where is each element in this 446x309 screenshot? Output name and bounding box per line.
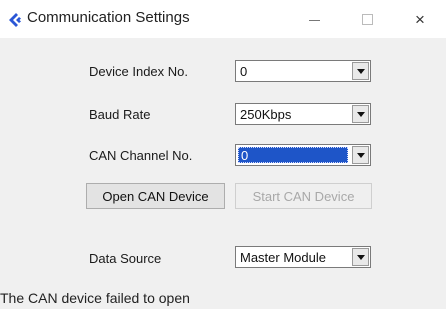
close-icon: × (415, 9, 425, 29)
data-source-label: Data Source (89, 251, 162, 266)
chevron-down-icon (356, 254, 365, 260)
can-channel-select[interactable]: 0 (235, 144, 371, 166)
chevron-down-icon (356, 68, 365, 74)
data-source-select[interactable]: Master Module (235, 246, 371, 268)
device-index-label: Device Index No. (89, 64, 188, 79)
device-index-select[interactable]: 0 (235, 60, 371, 82)
open-can-device-button[interactable]: Open CAN Device (86, 183, 225, 209)
start-can-device-button[interactable]: Start CAN Device (235, 183, 372, 209)
window-title: Communication Settings (27, 9, 190, 26)
data-source-value: Master Module (240, 250, 326, 265)
selection-highlight (238, 147, 348, 163)
status-text: The CAN device failed to open (0, 290, 190, 306)
title-bar[interactable]: Communication Settings × (0, 0, 446, 38)
app-icon (9, 13, 21, 27)
maximize-button[interactable] (345, 0, 389, 38)
device-index-value: 0 (240, 64, 248, 79)
can-channel-value: 0 (241, 148, 249, 163)
device-index-dropdown-button[interactable] (352, 62, 369, 80)
baud-rate-dropdown-button[interactable] (352, 105, 369, 123)
minimize-icon (308, 19, 320, 21)
data-source-dropdown-button[interactable] (352, 248, 369, 266)
can-channel-label: CAN Channel No. (89, 148, 193, 163)
baud-rate-label: Baud Rate (89, 107, 151, 122)
maximize-icon (361, 13, 373, 25)
chevron-down-icon (356, 111, 365, 117)
minimize-button[interactable] (292, 0, 336, 38)
close-button[interactable]: × (398, 0, 442, 38)
baud-rate-select[interactable]: 250Kbps (235, 103, 371, 125)
chevron-down-icon (356, 152, 365, 158)
baud-rate-value: 250Kbps (240, 107, 292, 122)
can-channel-dropdown-button[interactable] (352, 146, 369, 164)
